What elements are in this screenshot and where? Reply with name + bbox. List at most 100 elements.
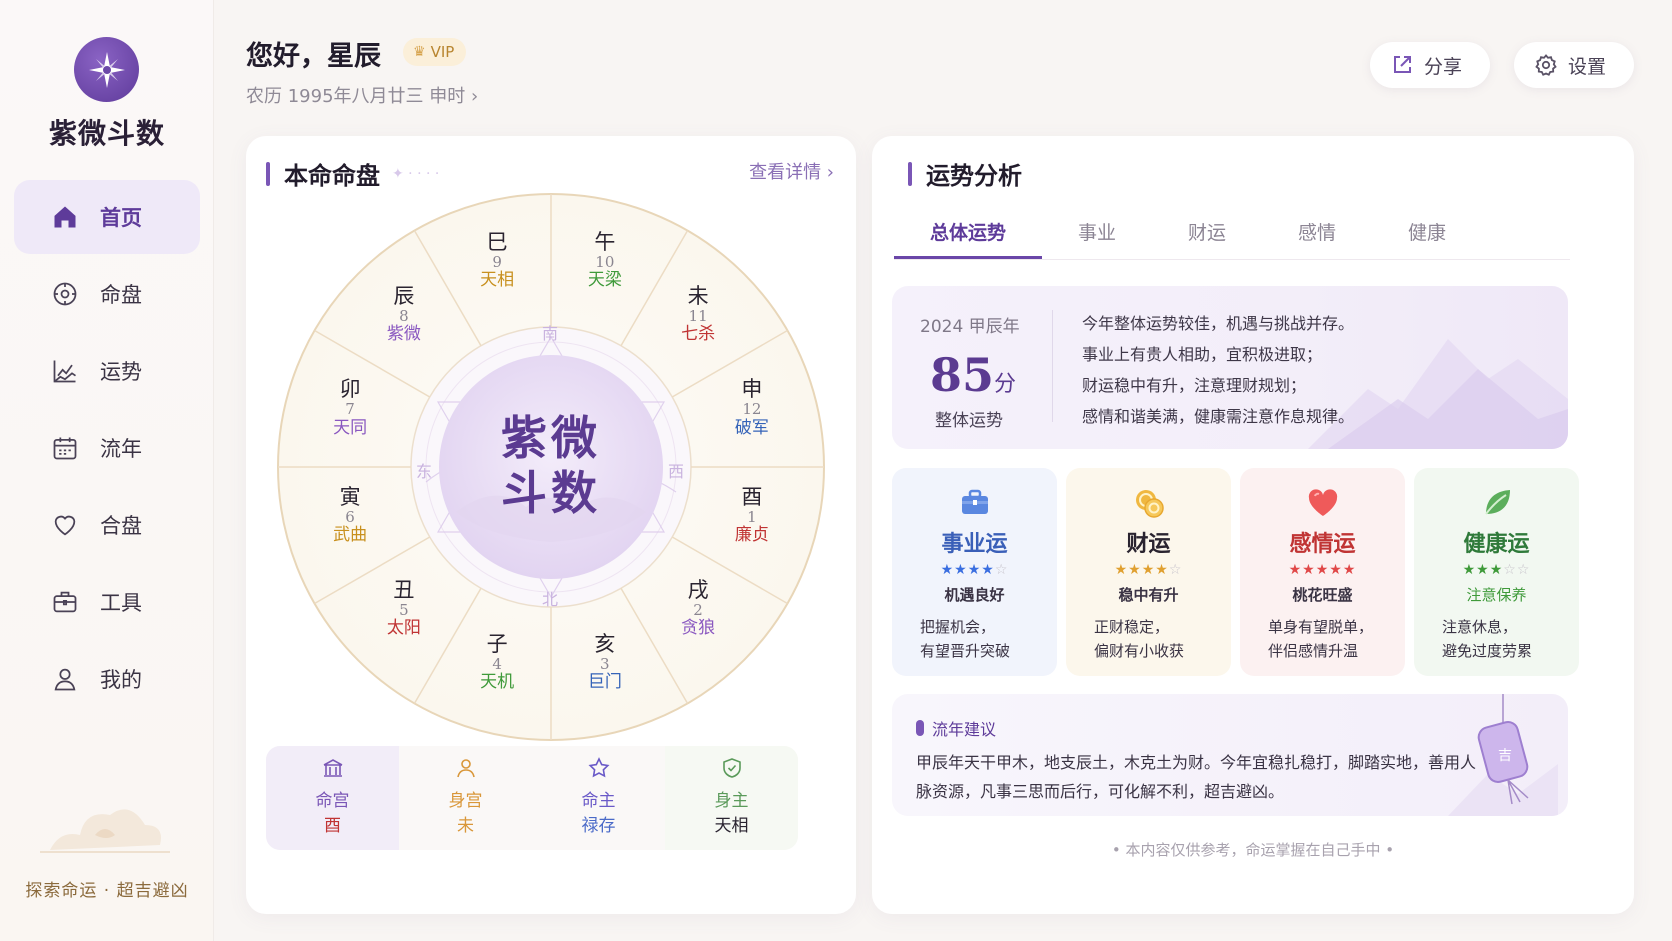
sidebar-item-compass[interactable]: 命盘 <box>14 257 200 331</box>
lunar-date: 农历 1995年八月廿三 申时 <box>246 86 466 107</box>
sidebar-item-chart[interactable]: 运势 <box>14 334 200 408</box>
share-button[interactable]: 分享 <box>1370 42 1490 88</box>
palace-1[interactable]: 午 10 天梁 <box>570 230 640 291</box>
palace-star: 天机 <box>480 672 515 693</box>
user-icon <box>50 664 80 694</box>
sidebar-item-label: 流年 <box>100 437 142 461</box>
chart-title-text: 本命命盘 <box>284 161 380 190</box>
sidebar: 紫微斗数 首页命盘运势流年合盘工具 我的 探索命运 · 超吉避凶 <box>0 0 214 941</box>
settings-button[interactable]: 设置 <box>1514 42 1634 88</box>
palace-number: 7 <box>345 400 355 419</box>
sidebar-item-toolbox[interactable]: 工具 <box>14 565 200 639</box>
sidebar-item-user[interactable]: 我的 <box>14 642 200 716</box>
sidebar-item-calendar[interactable]: 流年 <box>14 411 200 485</box>
palace-9[interactable]: 寅 6 武曲 <box>315 485 385 546</box>
direction-north: 北 <box>542 590 559 609</box>
palace-number: 8 <box>399 307 409 326</box>
palace-2[interactable]: 未 11 七杀 <box>663 284 733 345</box>
palace-star: 武曲 <box>333 525 368 546</box>
advice-text: 甲辰年天干甲木，地支辰土，木克土为财。今年宜稳扎稳打，脚踏实地，善用人脉资源，凡… <box>916 753 1477 801</box>
score-label: 整体运势 <box>935 411 1003 431</box>
palace-branch: 丑 <box>393 578 415 603</box>
sparkle-icon: ✦ · · · · <box>392 165 440 182</box>
logo-icon[interactable] <box>74 37 139 102</box>
palace-branch: 酉 <box>741 484 763 509</box>
palace-number: 3 <box>600 655 610 674</box>
sidebar-item-home[interactable]: 首页 <box>14 180 200 254</box>
shield-icon <box>720 756 744 789</box>
tab-0[interactable]: 总体运势 <box>894 208 1042 259</box>
lunar-date-link[interactable]: 农历 1995年八月廿三 申时 › <box>246 82 478 108</box>
palace-icon <box>321 756 345 789</box>
info-label: 身主 <box>714 790 749 811</box>
direction-east: 东 <box>416 462 433 481</box>
sidebar-nav: 首页命盘运势流年合盘工具 我的 <box>14 180 200 719</box>
palace-star: 太阳 <box>386 618 421 639</box>
palace-11[interactable]: 辰 8 紫微 <box>369 284 439 345</box>
chart-info-palace[interactable]: 命宫酉 <box>266 746 399 850</box>
palace-0[interactable]: 巳 9 天相 <box>462 230 532 291</box>
fortune-card-leaf[interactable]: 健康运 ★★★☆☆ 注意保养 注意休息， 避免过度劳累 <box>1414 468 1579 676</box>
palace-3[interactable]: 申 12 破军 <box>717 377 787 438</box>
coins-icon <box>1066 486 1231 520</box>
brand-title: 紫微斗数 <box>48 117 165 150</box>
chart-info-shield[interactable]: 身主 天相 <box>665 746 798 850</box>
palace-number: 2 <box>693 601 703 620</box>
description-line: 财运稳中有升，注意理财规划； <box>1082 376 1307 395</box>
fortune-card-briefcase[interactable]: 事业运 ★★★★☆ 机遇良好 把握机会， 有望晋升突破 <box>892 468 1057 676</box>
analysis-title-text: 运势分析 <box>926 161 1022 190</box>
fortune-card-heart[interactable]: 感情运 ★★★★★ 桃花旺盛 单身有望脱单， 伴侣感情升温 <box>1240 468 1405 676</box>
palace-number: 10 <box>595 253 615 272</box>
direction-south: 南 <box>542 324 559 343</box>
compass-icon <box>50 279 80 309</box>
palace-4[interactable]: 酉 1 廉贞 <box>717 485 787 546</box>
palace-10[interactable]: 卯 7 天同 <box>315 377 385 438</box>
palace-star: 七杀 <box>681 324 716 345</box>
palace-number: 1 <box>747 507 757 526</box>
overall-fortune-panel: 2024 甲辰年 85分 整体运势 今年整体运势较佳，机遇与挑战并存。 事业上有贵… <box>892 286 1568 449</box>
sidebar-item-label: 运势 <box>100 360 142 384</box>
fortune-analysis-card: 运势分析 总体运势 事业 财运 感情 健康 2024 甲辰年 85分 整体运势 今年整体… <box>872 136 1634 914</box>
palace-star: 廉贞 <box>734 525 769 546</box>
tab-2[interactable]: 财运 <box>1152 208 1262 259</box>
palace-number: 4 <box>492 655 502 674</box>
tab-1[interactable]: 事业 <box>1042 208 1152 259</box>
fortune-card-coins[interactable]: 财运 ★★★★☆ 稳中有升 正财稳定， 偏财有小收获 <box>1066 468 1231 676</box>
palace-5[interactable]: 戌 2 贪狼 <box>663 578 733 639</box>
gear-icon <box>1534 53 1558 77</box>
palace-7[interactable]: 子 4 天机 <box>462 632 532 693</box>
sidebar-item-label: 合盘 <box>100 514 142 538</box>
share-label: 分享 <box>1424 55 1463 78</box>
chart-info-bar: 命宫酉身宫未命主 禄存 身主 天相 <box>266 746 798 850</box>
tab-3[interactable]: 感情 <box>1262 208 1372 259</box>
chart-info-star[interactable]: 命主 禄存 <box>532 746 665 850</box>
palace-8[interactable]: 丑 5 太阳 <box>369 578 439 639</box>
chart-wheel[interactable]: 紫微 斗数 南 东 西 北 巳 9 天相午 10 天梁未 11 七杀申 12 破军酉 1 廉贞戌 2 贪… <box>276 192 826 742</box>
info-label: 命宫 <box>315 790 350 811</box>
palace-branch: 午 <box>594 230 616 255</box>
fortune-card-name: 感情运 <box>1289 531 1356 557</box>
rating-stars: ★★★☆☆ <box>1462 562 1531 578</box>
palace-branch: 亥 <box>594 631 616 656</box>
fortune-card-name: 事业运 <box>941 531 1008 557</box>
fortune-card-tag: 注意保养 <box>1466 586 1527 604</box>
sidebar-item-heart[interactable]: 合盘 <box>14 488 200 562</box>
chart-info-person[interactable]: 身宫未 <box>399 746 532 850</box>
fortune-card-desc: 注意休息， 避免过度劳累 <box>1442 618 1533 660</box>
advice-title-text: 流年建议 <box>932 720 997 739</box>
sidebar-item-label: 命盘 <box>100 283 142 307</box>
vip-badge[interactable]: ♛ VIP <box>403 38 467 66</box>
fortune-year: 2024 甲辰年 <box>920 317 1020 337</box>
palace-number: 12 <box>742 400 762 419</box>
share-icon <box>1390 53 1414 77</box>
palace-6[interactable]: 亥 3 巨门 <box>570 632 640 693</box>
palace-number: 5 <box>399 601 409 620</box>
tab-4[interactable]: 健康 <box>1372 208 1482 259</box>
info-label: 身宫 <box>448 790 483 811</box>
palace-number: 6 <box>345 507 355 526</box>
palace-branch: 申 <box>741 377 763 402</box>
view-details-link[interactable]: 查看详情 › <box>749 158 834 184</box>
direction-west: 西 <box>668 462 685 481</box>
description-line: 感情和谐美满，健康需注意作息规律。 <box>1082 407 1355 426</box>
sidebar-slogan: 探索命运 · 超吉避凶 <box>25 881 189 901</box>
